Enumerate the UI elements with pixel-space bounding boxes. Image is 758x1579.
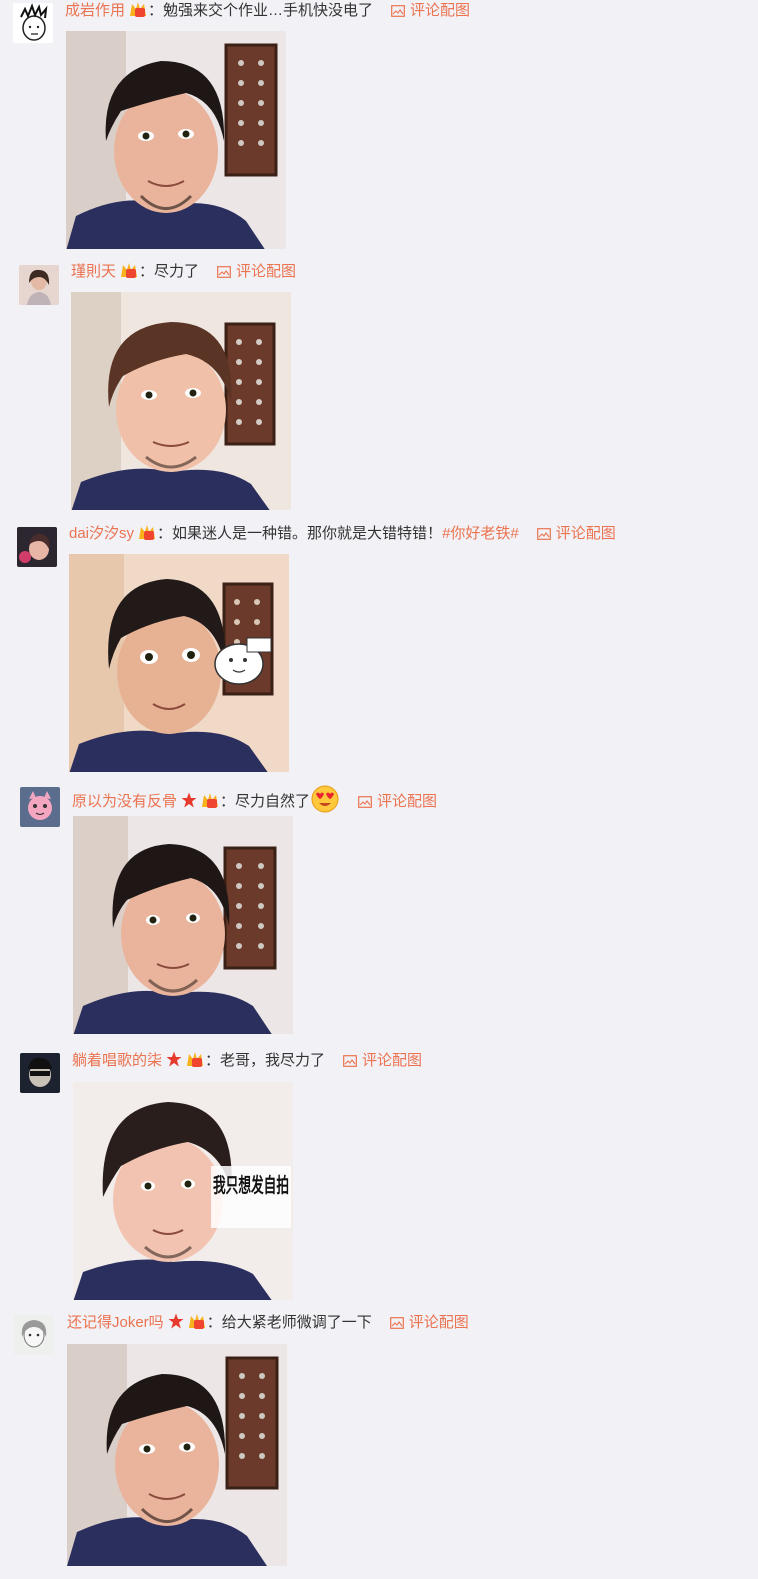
comment-line: 躺着唱歌的柒 ：老哥，我尽力了 评论配图: [72, 1050, 422, 1072]
separator: ：: [205, 1052, 221, 1069]
comment-image[interactable]: [71, 292, 291, 510]
separator: ：: [220, 793, 236, 810]
username-link[interactable]: 还记得Joker吗: [67, 1314, 164, 1331]
comment-text: 勉强来交个作业…手机快没电了: [163, 2, 374, 19]
comment-text: 如果迷人是一种错。那你就是大错特错！: [172, 525, 443, 542]
image-icon: [343, 1055, 357, 1067]
comment-line: 瑾則天 ：尽力了 评论配图: [71, 261, 296, 283]
star-badge-icon: [166, 1051, 182, 1067]
comment-image[interactable]: [66, 31, 286, 249]
username-link[interactable]: dai汐汐sy: [69, 525, 134, 542]
avatar[interactable]: [13, 3, 53, 43]
comment-image-link[interactable]: 评论配图: [343, 1052, 422, 1069]
separator: ：: [206, 1314, 222, 1331]
vip-badge-icon: [139, 525, 156, 540]
comment-image-link[interactable]: 评论配图: [391, 2, 470, 19]
comment-image-link[interactable]: 评论配图: [217, 263, 296, 280]
avatar[interactable]: [14, 1315, 54, 1355]
topic-link[interactable]: #你好老铁#: [442, 525, 519, 542]
avatar[interactable]: [20, 787, 60, 827]
comment-line: 还记得Joker吗 ：给大紧老师微调了一下 评论配图: [67, 1312, 469, 1334]
image-icon: [536, 528, 551, 540]
image-icon: [217, 266, 231, 278]
avatar[interactable]: [19, 265, 59, 305]
username-link[interactable]: 原以为没有反骨: [72, 793, 177, 810]
heart-eyes-emoji-icon: [311, 785, 339, 813]
meme-sticker: 我只想发自拍: [211, 1166, 291, 1228]
comment-text: 尽力自然了: [235, 793, 311, 810]
vip-badge-icon: [202, 793, 219, 808]
username-link[interactable]: 瑾則天: [71, 263, 116, 280]
sticker-text: 我只想发自拍: [213, 1173, 289, 1197]
separator: ：: [139, 263, 155, 280]
comment-image-link[interactable]: 评论配图: [536, 525, 616, 542]
vip-badge-icon: [130, 2, 147, 17]
vip-badge-icon: [121, 263, 138, 278]
comment-image[interactable]: [67, 1344, 287, 1566]
comment-line: dai汐汐sy ：如果迷人是一种错。那你就是大错特错！#你好老铁# 评论配图: [69, 523, 616, 545]
vip-badge-icon: [187, 1052, 204, 1067]
avatar[interactable]: [20, 1053, 60, 1093]
comment-image[interactable]: 我只想发自拍: [73, 1082, 293, 1300]
vip-badge-icon: [188, 1314, 205, 1329]
avatar[interactable]: [17, 527, 57, 567]
image-icon: [358, 796, 372, 808]
image-icon: [391, 5, 405, 17]
comment-line: 原以为没有反骨 ：尽力自然了 评论配图: [72, 784, 437, 813]
image-icon: [389, 1317, 404, 1329]
separator: ：: [148, 2, 164, 19]
comment-text: 给大紧老师微调了一下: [221, 1314, 372, 1331]
comment-image[interactable]: [69, 554, 289, 772]
comment-line: 成岩作用 ：勉强来交个作业…手机快没电了 评论配图: [65, 0, 470, 22]
comment-image-link[interactable]: 评论配图: [389, 1314, 469, 1331]
comment-image-link[interactable]: 评论配图: [358, 793, 437, 810]
comment-text: 尽力了: [154, 263, 200, 280]
separator: ：: [157, 525, 173, 542]
comment-text: 老哥，我尽力了: [220, 1052, 326, 1069]
username-link[interactable]: 成岩作用: [65, 2, 125, 19]
username-link[interactable]: 躺着唱歌的柒: [72, 1052, 162, 1069]
star-badge-icon: [168, 1313, 184, 1329]
comment-image[interactable]: [73, 816, 293, 1034]
star-badge-icon: [181, 792, 197, 808]
